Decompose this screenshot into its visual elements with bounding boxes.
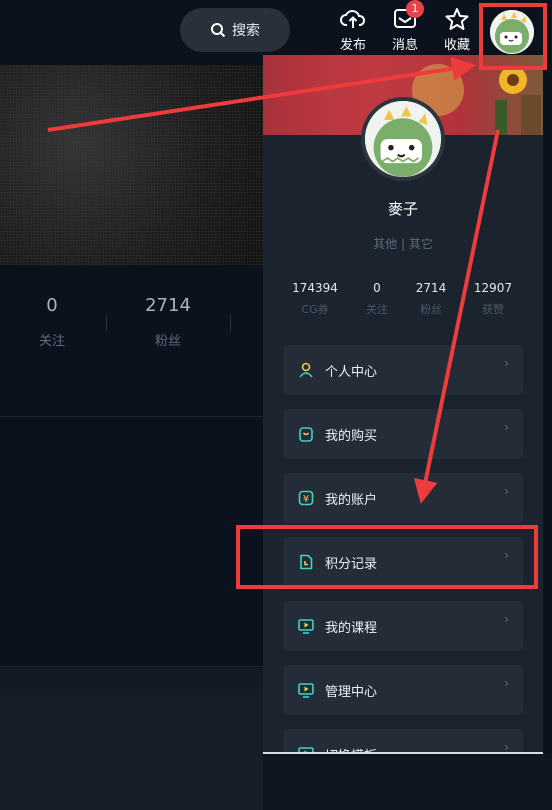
annotation-arrows (47, 56, 500, 504)
arrow-to-avatar (47, 56, 476, 132)
arrow-to-points-record (413, 129, 500, 504)
